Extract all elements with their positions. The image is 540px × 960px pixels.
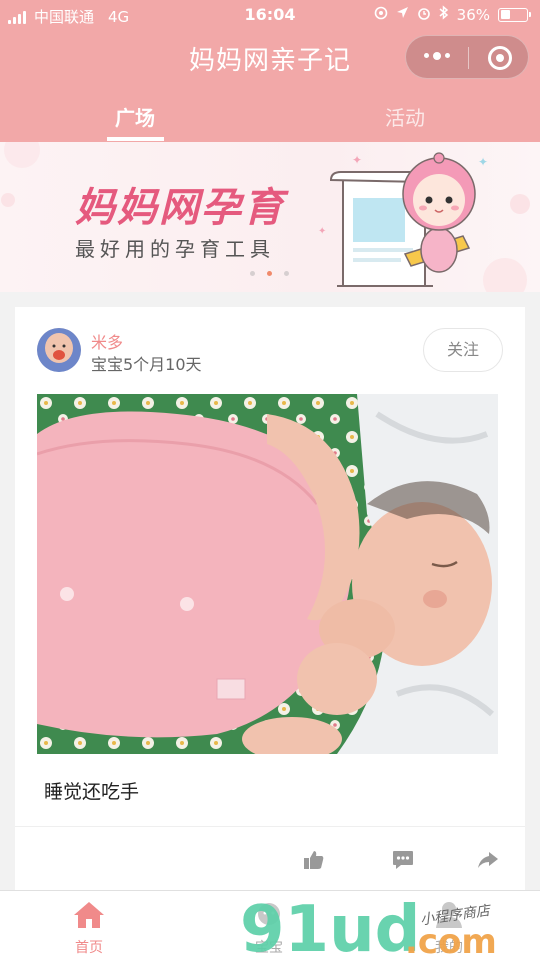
battery-icon — [498, 7, 531, 22]
status-bar: 中国联通 4G 16:04 36% — [0, 0, 540, 30]
post-photo[interactable] — [37, 394, 498, 754]
location-icon — [396, 6, 409, 23]
follow-button[interactable]: 关注 — [423, 328, 503, 372]
alarm-icon — [417, 6, 431, 24]
post-baby-age: 宝宝5个月10天 — [91, 355, 202, 374]
banner-dot[interactable] — [250, 271, 255, 276]
share-icon[interactable] — [477, 850, 499, 870]
bottom-tab-bar: 首页 宝宝 我的 — [0, 890, 540, 960]
battery-fill — [500, 10, 510, 19]
bluetooth-icon — [439, 5, 449, 24]
comment-icon[interactable] — [392, 850, 414, 870]
active-tab-indicator — [107, 137, 164, 141]
tab-plaza[interactable]: 广场 — [75, 102, 195, 131]
card-divider — [15, 826, 525, 827]
banner-subtitle: 最好用的孕育工具 — [75, 237, 275, 261]
user-icon — [436, 902, 462, 928]
like-icon[interactable] — [303, 850, 325, 870]
post-card[interactable]: 米多 宝宝5个月10天 关注 睡觉还吃手 — [15, 307, 525, 891]
battery-percent: 36% — [456, 5, 490, 24]
tabbar-item-mine[interactable]: 我的 — [409, 901, 489, 957]
banner-pagination — [250, 271, 289, 276]
baby-mascot-illustration — [329, 152, 476, 287]
tabbar-item-baby[interactable]: 宝宝 — [229, 901, 309, 957]
status-right: 36% — [374, 5, 531, 24]
tabbar-label-home: 首页 — [75, 940, 103, 956]
banner-dot-active[interactable] — [267, 271, 272, 276]
baby-icon — [258, 903, 280, 925]
avatar[interactable] — [37, 328, 81, 372]
banner-dot[interactable] — [284, 271, 289, 276]
home-icon — [74, 902, 104, 928]
miniprogram-capsule — [405, 35, 529, 79]
tabbar-label-mine: 我的 — [435, 940, 463, 956]
more-icon[interactable] — [424, 51, 450, 60]
post-username[interactable]: 米多 — [91, 329, 123, 353]
tab-activity[interactable]: 活动 — [345, 102, 465, 131]
banner-title: 妈妈网孕育 — [75, 185, 285, 231]
tabbar-item-home[interactable]: 首页 — [49, 901, 129, 957]
header: 中国联通 4G 16:04 36% 妈妈网亲子记 广场 活动 — [0, 0, 540, 142]
post-text: 睡觉还吃手 — [44, 781, 140, 803]
tabbar-label-baby: 宝宝 — [255, 940, 283, 956]
screen-lock-icon — [374, 6, 388, 24]
capsule-divider — [468, 47, 469, 69]
banner-carousel[interactable]: ✦ ✦ ✦ 妈妈网孕育 最好用的孕育工具 — [0, 142, 540, 292]
close-miniprogram-icon[interactable] — [488, 46, 512, 70]
